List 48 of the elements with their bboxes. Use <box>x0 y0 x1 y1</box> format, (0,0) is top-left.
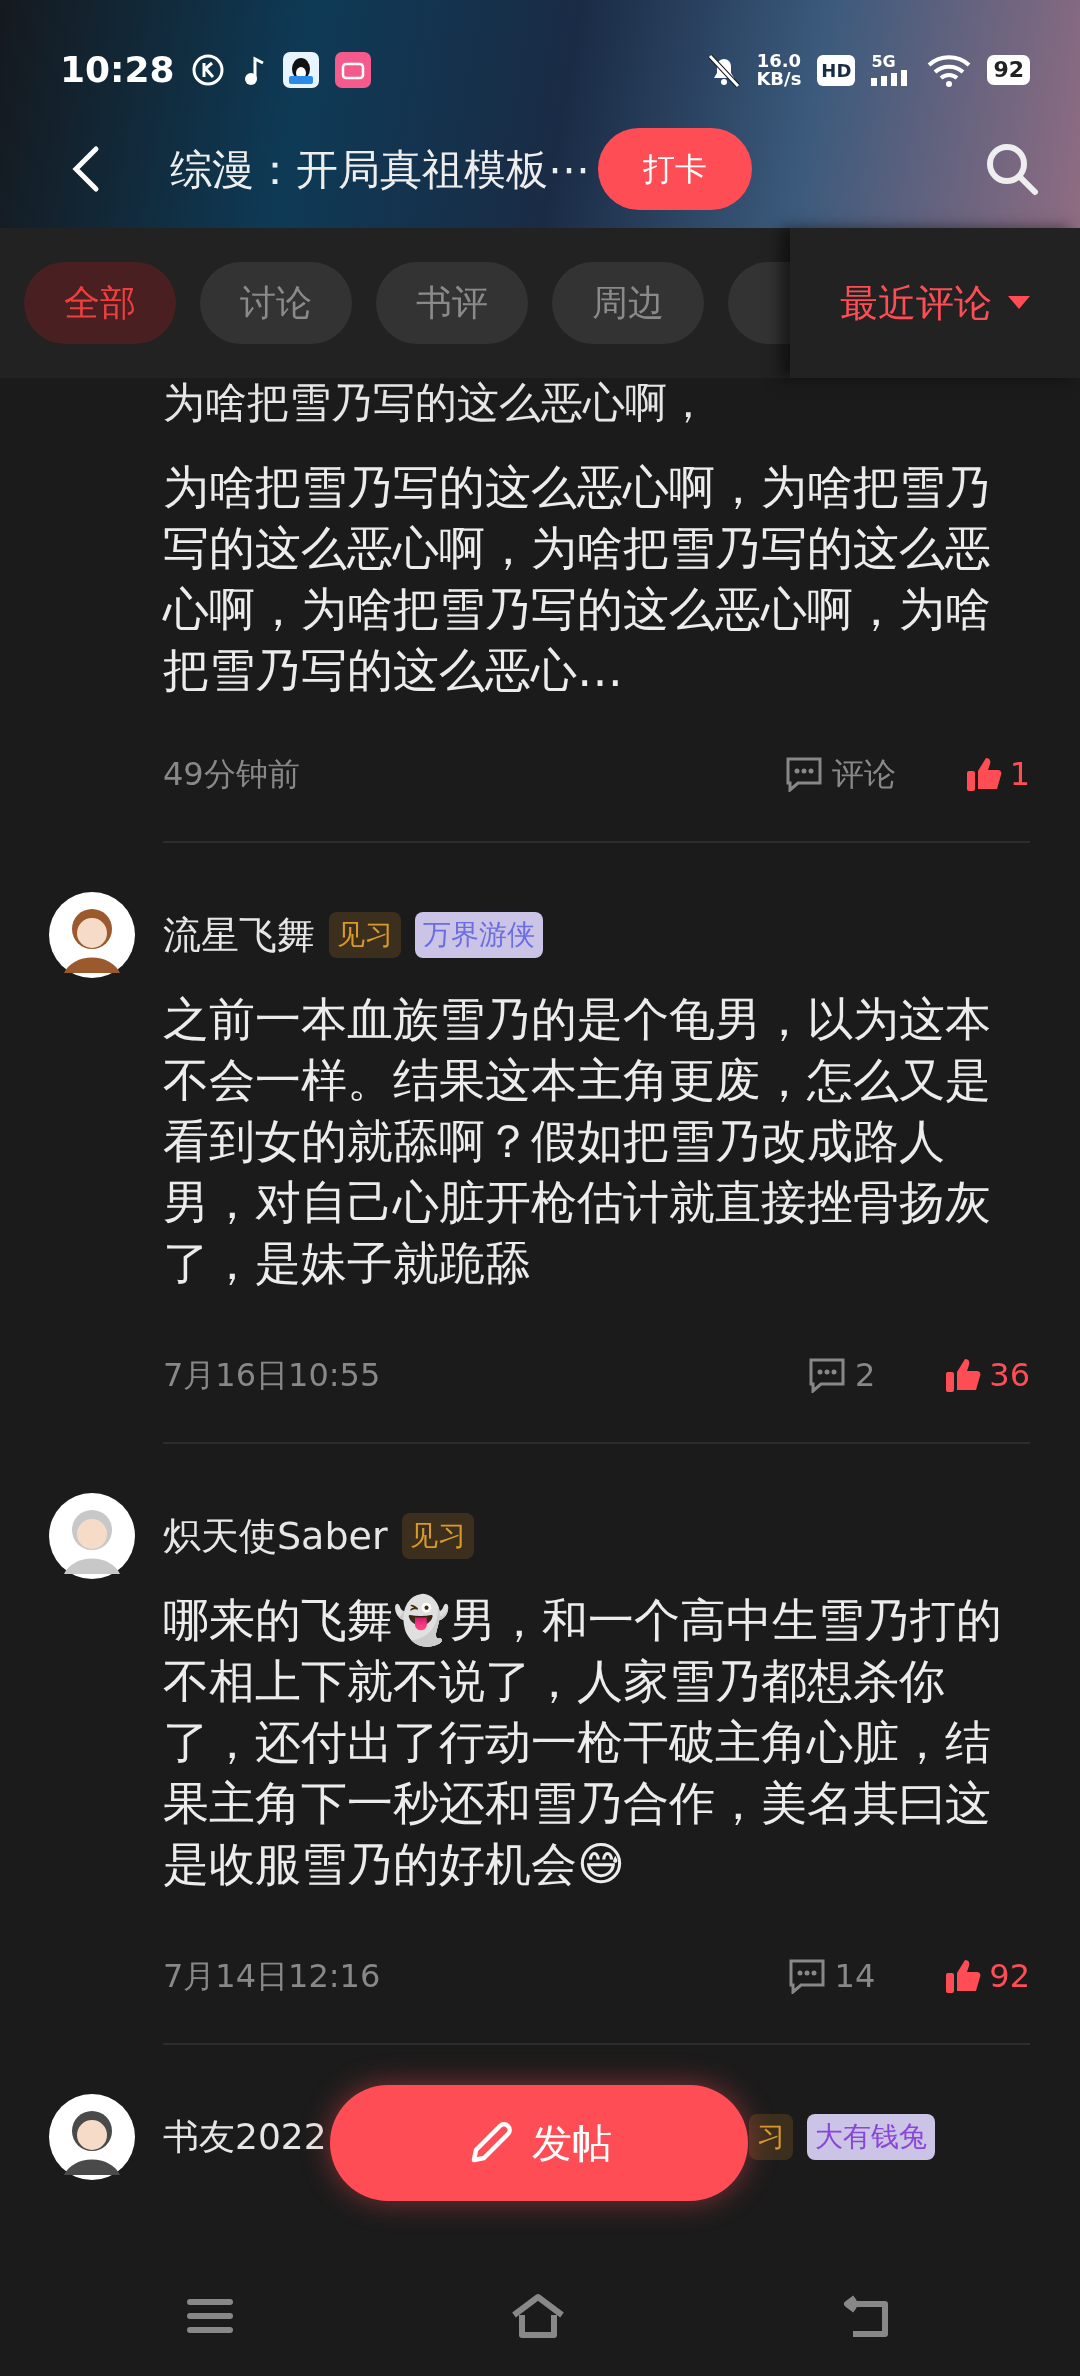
screen-app-icon <box>334 52 371 88</box>
muted-bell-icon <box>706 52 741 88</box>
battery-level: 92 <box>987 55 1030 85</box>
hd-indicator: HD <box>817 54 856 86</box>
book-title: 综漫：开局真祖模板⋯ <box>170 143 590 196</box>
post-button[interactable]: 发帖 <box>330 2085 748 2201</box>
post-text: 为啥把雪乃写的这么恶心啊，为啥把雪乃写的这么恶心啊，为啥把雪乃写的这么恶心啊，为啥把雪乃写的这么恶心啊，为啥把雪乃写的这么恶心… <box>163 459 992 699</box>
caret-icon <box>1008 296 1030 310</box>
network-type: 5G <box>871 54 896 70</box>
menu-icon[interactable] <box>186 2297 233 2335</box>
search-icon[interactable] <box>984 141 1040 197</box>
user-name[interactable]: 流星飞舞 <box>163 906 315 964</box>
post-time: 7月16日10:55 <box>163 1355 381 1396</box>
thumbs-up-icon <box>965 756 1002 792</box>
comment-count[interactable]: 评论 <box>831 750 896 798</box>
post-title: 为啥把雪乃写的这么恶心啊， <box>162 378 710 428</box>
post-text: 之前一本血族雪乃的是个龟男，以为这本不会一样。结果这本主角更废，怎么又是看到女的就舔啊？假如把雪乃改成路人男，对自己心脏开枪估计就直接挫骨扬灰了，是妹子就跪舔 <box>163 991 992 1292</box>
network-speed: 16.0 <box>756 52 802 70</box>
speed-unit: KB/s <box>756 70 802 88</box>
user-name[interactable]: 炽天使Saber <box>163 1507 388 1565</box>
honor-tag: 万界游侠 <box>415 912 543 958</box>
back-icon[interactable] <box>70 145 100 193</box>
penguin-app-icon <box>282 52 319 88</box>
honor-tag: 大有钱兔 <box>807 2114 935 2160</box>
level-tag: 见习 <box>401 1513 474 1559</box>
post-time: 7月14日12:16 <box>163 1956 381 1997</box>
sort-dropdown[interactable]: 最近评论 <box>840 274 992 332</box>
like-count[interactable]: 92 <box>989 1952 1030 2000</box>
thumbs-up-icon <box>945 1958 982 1994</box>
filter-tab[interactable]: 全部 <box>24 262 176 344</box>
comment-count[interactable]: 14 <box>834 1952 876 2000</box>
like-count[interactable]: 36 <box>989 1351 1030 1399</box>
level-tag: 见习 <box>329 912 401 958</box>
filter-tab[interactable]: 书评 <box>376 262 528 344</box>
filter-tab[interactable]: 讨论 <box>200 262 352 344</box>
post-text: 哪来的飞舞👻男，和一个高中生雪乃打的不相上下就不说了，人家雪乃都想杀你了，还付出了行动一枪干破主角心脏，结果主角下一秒还和雪乃合作，美名其曰这是收服雪乃的好机会😅 <box>163 1592 1003 1893</box>
clock-time: 10:28 <box>60 48 175 92</box>
check-in-button[interactable]: 打卡 <box>598 128 752 210</box>
thumbs-up-icon <box>945 1357 982 1393</box>
filter-tab[interactable]: 周边 <box>552 262 704 344</box>
comment-count[interactable]: 2 <box>854 1351 876 1399</box>
like-count[interactable]: 1 <box>1009 750 1030 798</box>
post-time: 49分钟前 <box>163 754 300 795</box>
home-icon[interactable] <box>510 2293 566 2339</box>
user-name[interactable]: 书友2022 <box>163 2110 327 2164</box>
circle-app-icon <box>190 53 225 87</box>
level-tag: 习 <box>749 2114 793 2160</box>
wifi-icon <box>927 53 972 87</box>
